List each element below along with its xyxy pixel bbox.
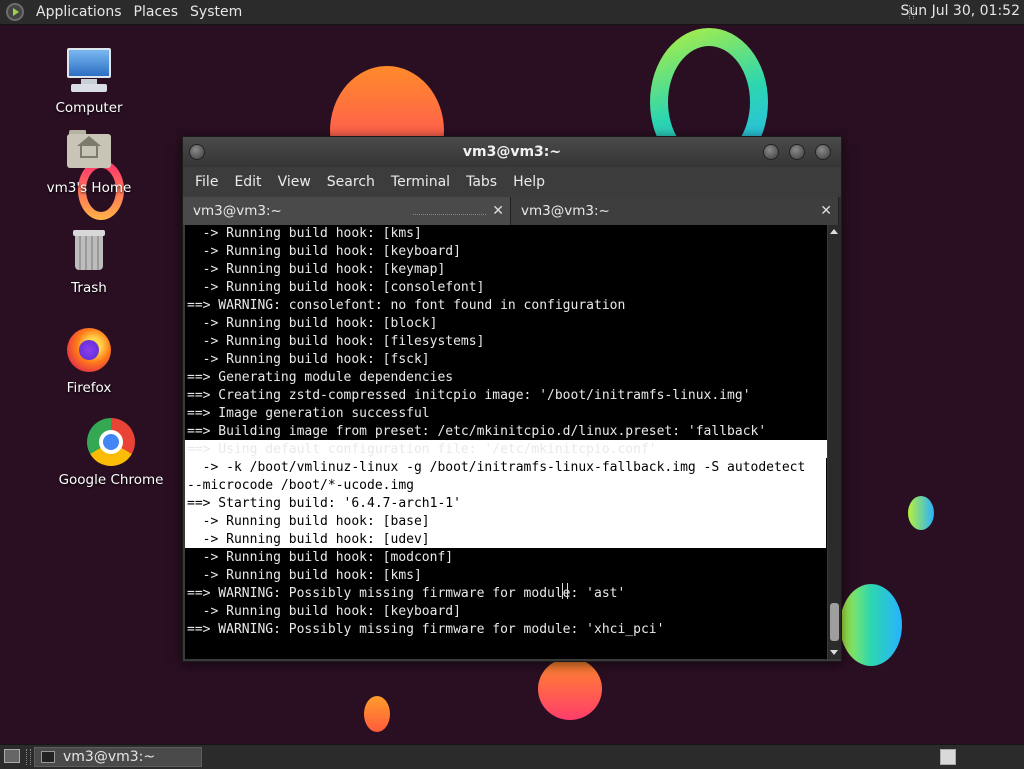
menubar: File Edit View Search Terminal Tabs Help <box>183 167 841 197</box>
minimize-button[interactable] <box>763 144 779 160</box>
workspace-switcher[interactable] <box>940 749 956 765</box>
window-menu-button[interactable] <box>189 144 205 160</box>
home-folder-icon <box>65 126 113 174</box>
tab-2[interactable]: vm3@vm3:~ ✕ <box>511 197 839 225</box>
distro-logo-icon[interactable] <box>6 3 24 21</box>
desktop-icon-label: Computer <box>55 100 123 116</box>
terminal-line: ==> Generating module dependencies <box>187 370 454 385</box>
desktop-icon-chrome[interactable]: Google Chrome <box>56 418 166 488</box>
menu-view[interactable]: View <box>270 174 319 190</box>
terminal-line: -> Running build hook: [modconf] <box>187 550 454 565</box>
terminal-line: -> Running build hook: [fsck] <box>187 352 430 367</box>
terminal-line-selected: -> Running build hook: [udev] <box>187 532 430 547</box>
tab-bar: vm3@vm3:~ ✕ vm3@vm3:~ ✕ <box>183 197 841 225</box>
taskbar-item-terminal[interactable]: vm3@vm3:~ <box>34 747 202 767</box>
scroll-up-icon[interactable] <box>830 229 838 234</box>
terminal-line: ==> WARNING: consolefont: no font found … <box>187 298 626 313</box>
terminal-line: ==> Creating zstd-compressed initcpio im… <box>187 388 751 403</box>
terminal-line: -> Running build hook: [filesystems] <box>187 334 485 349</box>
desktop-icon-label: Trash <box>71 280 107 296</box>
terminal-line: -> Running build hook: [keymap] <box>187 262 446 277</box>
applications-menu[interactable]: Applications <box>30 4 128 20</box>
maximize-button[interactable] <box>789 144 805 160</box>
terminal-line-selected: -> Running build hook: [base] <box>187 514 430 529</box>
panel-separator <box>26 749 31 765</box>
terminal-line: -> Running build hook: [keyboard] <box>187 604 461 619</box>
window-title: vm3@vm3:~ <box>462 144 562 160</box>
wallpaper-shape <box>364 696 390 732</box>
close-button[interactable] <box>815 144 831 160</box>
wallpaper-shape <box>908 496 934 530</box>
tab-close-icon[interactable]: ✕ <box>492 197 504 225</box>
computer-icon <box>65 46 113 94</box>
desktop-icon-trash[interactable]: Trash <box>34 226 144 296</box>
bottom-panel: vm3@vm3:~ <box>0 744 1024 769</box>
tab-close-icon[interactable]: ✕ <box>820 197 832 225</box>
terminal-icon <box>41 751 55 763</box>
menu-search[interactable]: Search <box>319 174 383 190</box>
wallpaper-shape <box>840 584 902 666</box>
menu-help[interactable]: Help <box>505 174 553 190</box>
top-panel: Applications Places System Sun Jul 30, 0… <box>0 0 1024 25</box>
terminal-window[interactable]: vm3@vm3:~ File Edit View Search Terminal… <box>182 136 842 662</box>
tab-drag-indicator <box>413 214 486 215</box>
desktop-icon-home[interactable]: vm3's Home <box>34 126 144 196</box>
taskbar-item-label: vm3@vm3:~ <box>63 749 156 765</box>
terminal-line-selected: -> -k /boot/vmlinuz-linux -g /boot/initr… <box>187 460 806 475</box>
window-titlebar[interactable]: vm3@vm3:~ <box>183 137 841 167</box>
show-desktop-icon[interactable] <box>4 749 20 763</box>
terminal-line: ==> Using default configuration file: '/… <box>187 442 657 457</box>
scrollbar-thumb[interactable] <box>830 603 839 641</box>
system-menu[interactable]: System <box>184 4 248 20</box>
desktop-icon-label: vm3's Home <box>46 180 132 196</box>
clock[interactable]: Sun Jul 30, 01:52 <box>901 3 1021 19</box>
terminal-line: ==> Image generation successful <box>187 406 430 421</box>
desktop-icon-firefox[interactable]: Firefox <box>34 326 144 396</box>
terminal-line-selected: ==> Starting build: '6.4.7-arch1-1' <box>187 496 461 511</box>
desktop-icon-label: Firefox <box>66 380 112 396</box>
menu-file[interactable]: File <box>187 174 226 190</box>
terminal-line: -> Running build hook: [block] <box>187 316 438 331</box>
tab-label: vm3@vm3:~ <box>521 203 610 219</box>
terminal-line: -> Running build hook: [keyboard] <box>187 244 461 259</box>
chrome-icon <box>87 418 135 466</box>
terminal-line: -> Running build hook: [kms] <box>187 226 422 241</box>
terminal-line: ==> WARNING: Possibly missing firmware f… <box>187 622 665 637</box>
tab-label: vm3@vm3:~ <box>193 203 282 219</box>
tab-1[interactable]: vm3@vm3:~ ✕ <box>183 197 511 225</box>
text-cursor-icon <box>562 583 568 599</box>
menu-edit[interactable]: Edit <box>226 174 269 190</box>
terminal-line: -> Running build hook: [kms] <box>187 568 422 583</box>
terminal-line: -> Running build hook: [consolefont] <box>187 280 485 295</box>
places-menu[interactable]: Places <box>128 4 185 20</box>
menu-tabs[interactable]: Tabs <box>458 174 505 190</box>
scroll-down-icon[interactable] <box>830 650 838 655</box>
trash-icon <box>65 226 113 274</box>
wallpaper-shape <box>538 658 602 720</box>
terminal-scrollbar[interactable] <box>828 225 841 659</box>
terminal-output[interactable]: -> Running build hook: [kms] -> Running … <box>185 225 827 659</box>
firefox-icon <box>65 326 113 374</box>
menu-terminal[interactable]: Terminal <box>383 174 458 190</box>
terminal-line: ==> WARNING: Possibly missing firmware f… <box>187 586 626 601</box>
terminal-line-selected: --microcode /boot/*-ucode.img <box>187 478 414 493</box>
desktop-icon-computer[interactable]: Computer <box>34 46 144 116</box>
desktop-icon-label: Google Chrome <box>58 472 164 488</box>
terminal-line: ==> Building image from preset: /etc/mki… <box>187 424 767 439</box>
